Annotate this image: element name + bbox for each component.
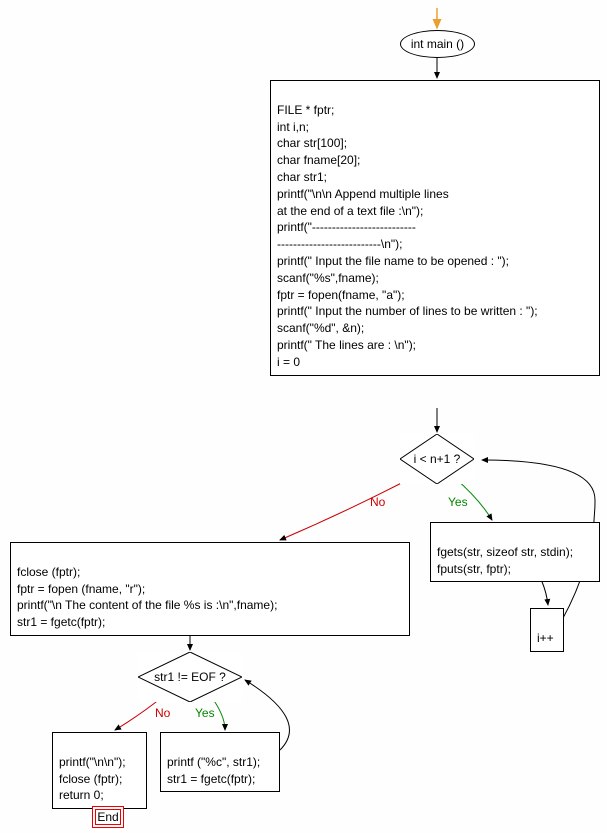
node-cond2: str1 != EOF ? bbox=[138, 652, 242, 702]
node-main: int main () bbox=[400, 30, 475, 58]
node-end-label: End bbox=[97, 810, 118, 824]
node-afterloop-label: fclose (fptr); fptr = fopen (fname, "r")… bbox=[17, 565, 277, 629]
node-incr: i++ bbox=[530, 608, 564, 652]
edge-label-yes1: Yes bbox=[448, 495, 468, 509]
node-incr-label: i++ bbox=[537, 631, 554, 645]
node-loop1: fgets(str, sizeof str, stdin); fputs(str… bbox=[430, 522, 600, 582]
node-final: printf("\n\n"); fclose (fptr); return 0; bbox=[52, 732, 147, 809]
node-cond1-label: i < n+1 ? bbox=[414, 452, 461, 466]
node-init-label: FILE * fptr; int i,n; char str[100]; cha… bbox=[277, 103, 538, 369]
node-end: End bbox=[92, 806, 124, 828]
edge-label-no2: No bbox=[155, 706, 170, 720]
node-cond1: i < n+1 ? bbox=[400, 434, 474, 484]
node-main-label: int main () bbox=[411, 37, 464, 51]
node-loop1-label: fgets(str, sizeof str, stdin); fputs(str… bbox=[437, 545, 573, 576]
edge-label-yes2: Yes bbox=[195, 706, 215, 720]
node-loop2-label: printf ("%c", str1); str1 = fgetc(fptr); bbox=[167, 755, 260, 786]
node-loop2: printf ("%c", str1); str1 = fgetc(fptr); bbox=[160, 732, 280, 792]
node-afterloop: fclose (fptr); fptr = fopen (fname, "r")… bbox=[10, 542, 410, 636]
node-final-label: printf("\n\n"); fclose (fptr); return 0; bbox=[59, 755, 126, 803]
node-cond2-label: str1 != EOF ? bbox=[154, 670, 226, 684]
edge-label-no1: No bbox=[370, 495, 385, 509]
node-init: FILE * fptr; int i,n; char str[100]; cha… bbox=[270, 80, 600, 376]
